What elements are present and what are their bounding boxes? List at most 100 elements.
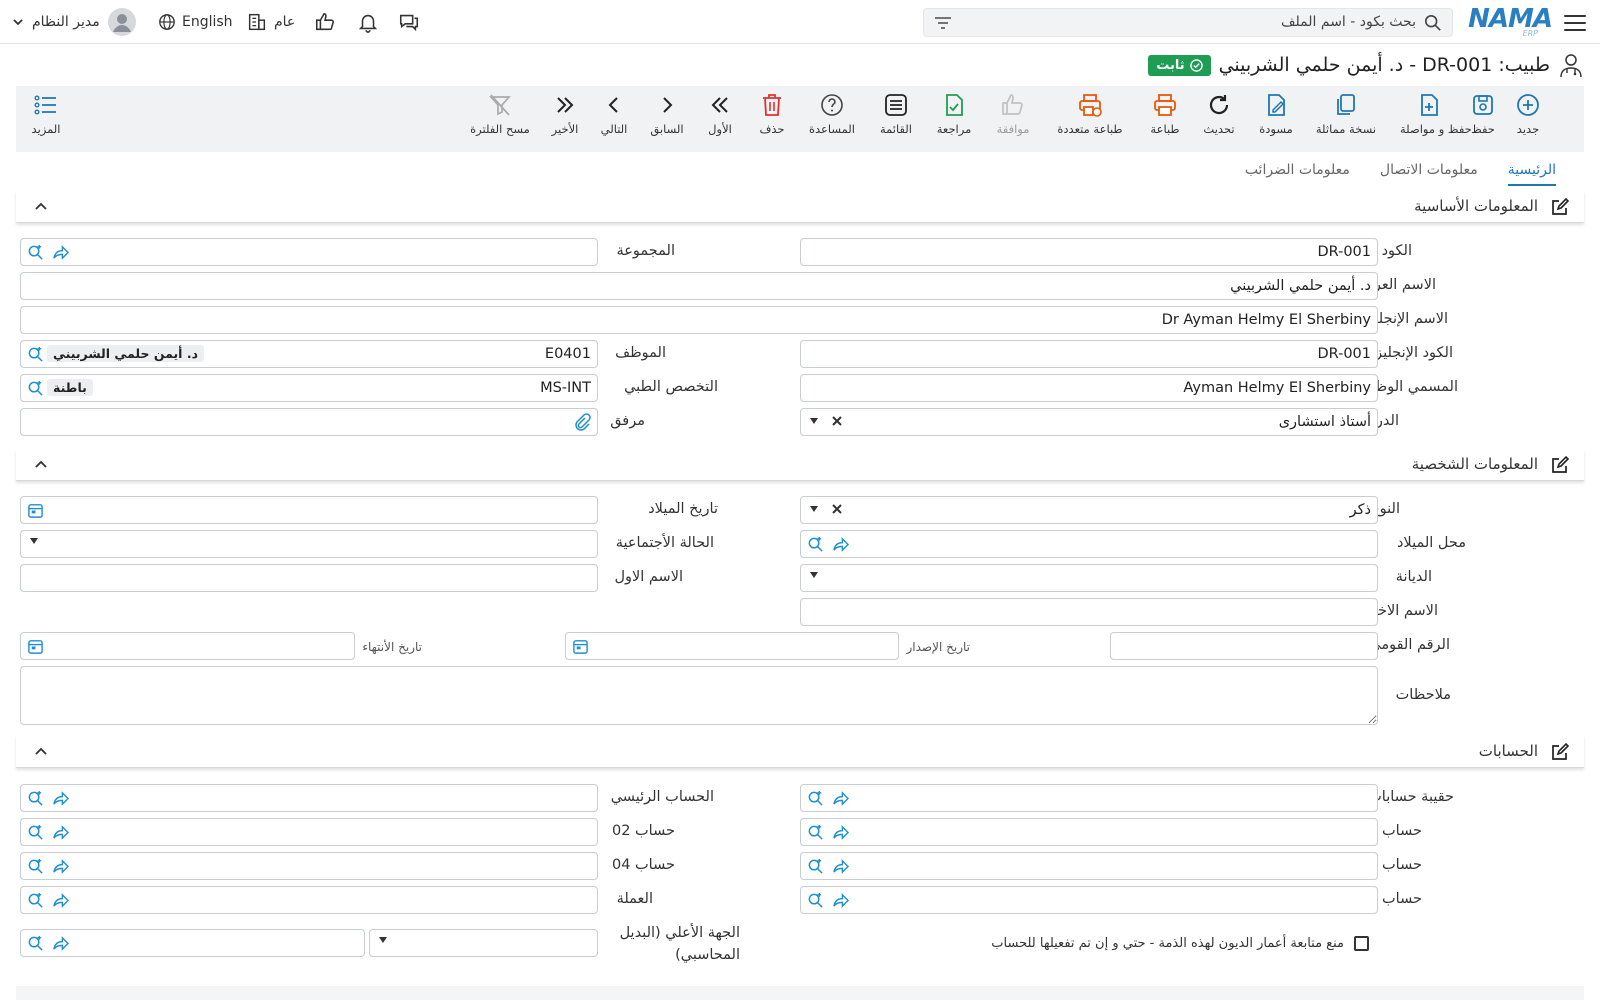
- english-name-field[interactable]: Dr Ayman Helmy El Sherbiny: [20, 306, 1378, 334]
- search-add-icon[interactable]: [807, 858, 824, 875]
- save-continue-button[interactable]: حفظ و مواصلة: [1400, 92, 1472, 148]
- account-01-field[interactable]: [800, 818, 1378, 846]
- account-05-field[interactable]: [800, 886, 1378, 914]
- search-add-icon[interactable]: [27, 244, 44, 261]
- share-arrow-icon[interactable]: [832, 536, 849, 553]
- share-arrow-icon[interactable]: [832, 824, 849, 841]
- chevron-up-icon[interactable]: [34, 744, 48, 758]
- english-code-field[interactable]: DR-001: [800, 340, 1378, 368]
- refresh-button[interactable]: تحديث: [1200, 92, 1238, 148]
- parent-type-select[interactable]: [369, 929, 598, 957]
- first-button[interactable]: الأول: [704, 92, 736, 148]
- clear-x-icon[interactable]: [831, 503, 843, 515]
- search-input[interactable]: بحث بكود - اسم الملف: [1281, 14, 1416, 30]
- first-name-field[interactable]: [20, 564, 598, 592]
- review-button[interactable]: مراجعة: [934, 92, 974, 148]
- group-field[interactable]: [20, 238, 598, 266]
- chevron-up-icon[interactable]: [34, 457, 48, 471]
- share-arrow-icon[interactable]: [52, 824, 69, 841]
- birth-place-field[interactable]: [800, 530, 1378, 558]
- next-button[interactable]: التالي: [596, 92, 632, 148]
- user-menu[interactable]: مدير النظام: [12, 0, 136, 44]
- clear-filter-button[interactable]: مسح الفلترة: [468, 92, 532, 148]
- save-button[interactable]: حفظ: [1468, 92, 1498, 148]
- approve-button[interactable]: موافقة: [992, 92, 1034, 148]
- currency-field[interactable]: [20, 886, 598, 914]
- share-arrow-icon[interactable]: [52, 892, 69, 909]
- section-basic-header[interactable]: المعلومات الأساسية: [16, 191, 1584, 223]
- religion-select[interactable]: [800, 564, 1378, 592]
- account-02-field[interactable]: [20, 818, 598, 846]
- thumbs-up-icon[interactable]: [314, 0, 336, 44]
- delete-button[interactable]: حذف: [756, 92, 788, 148]
- attachment-field[interactable]: [20, 408, 598, 436]
- caret-down-icon[interactable]: [809, 571, 819, 579]
- clear-x-icon[interactable]: [831, 415, 843, 427]
- share-arrow-icon[interactable]: [832, 858, 849, 875]
- app-logo[interactable]: NAMA ERP: [1466, 4, 1553, 38]
- employee-field[interactable]: E0401 د. أيمن حلمي الشربيني: [20, 340, 598, 368]
- print-button[interactable]: طباعة: [1146, 92, 1184, 148]
- copy-button[interactable]: نسخة مماثلة: [1314, 92, 1378, 148]
- share-arrow-icon[interactable]: [52, 244, 69, 261]
- account-04-field[interactable]: [20, 852, 598, 880]
- share-arrow-icon[interactable]: [832, 892, 849, 909]
- notes-textarea[interactable]: [20, 666, 1378, 725]
- degree-select[interactable]: أستاذ استشارى: [800, 408, 1378, 436]
- calendar-icon[interactable]: [572, 638, 589, 655]
- caret-down-icon[interactable]: [809, 505, 819, 513]
- new-button[interactable]: جديد: [1512, 92, 1544, 148]
- search-add-icon[interactable]: [27, 790, 44, 807]
- search-add-icon[interactable]: [27, 380, 44, 397]
- search-add-icon[interactable]: [807, 824, 824, 841]
- menu-icon[interactable]: [1564, 12, 1586, 32]
- chevron-up-icon[interactable]: [34, 199, 48, 213]
- last-button[interactable]: الأخير: [548, 92, 582, 148]
- parent-entity-field[interactable]: [20, 929, 365, 957]
- previous-button[interactable]: السابق: [648, 92, 686, 148]
- draft-button[interactable]: مسودة: [1256, 92, 1296, 148]
- search-add-icon[interactable]: [27, 858, 44, 875]
- code-field[interactable]: DR-001: [800, 238, 1378, 266]
- search-add-icon[interactable]: [807, 892, 824, 909]
- search-add-icon[interactable]: [27, 346, 44, 363]
- help-button[interactable]: المساعدة: [806, 92, 858, 148]
- paperclip-icon[interactable]: [573, 413, 591, 431]
- search-add-icon[interactable]: [27, 824, 44, 841]
- calendar-icon[interactable]: [27, 502, 44, 519]
- specialty-field[interactable]: MS-INT باطنة: [20, 374, 598, 402]
- more-button[interactable]: المزيد: [28, 92, 64, 148]
- search-add-icon[interactable]: [807, 536, 824, 553]
- tab-tax[interactable]: معلومات الضرائب: [1245, 158, 1350, 186]
- expiry-date-field[interactable]: [20, 632, 355, 660]
- search-add-icon[interactable]: [27, 935, 44, 952]
- share-arrow-icon[interactable]: [52, 935, 69, 952]
- multi-print-button[interactable]: طباعة متعددة: [1052, 92, 1128, 148]
- search-add-icon[interactable]: [807, 790, 824, 807]
- branch-selector[interactable]: عام: [246, 0, 295, 44]
- marital-status-select[interactable]: [20, 530, 598, 558]
- section-next-header[interactable]: [16, 986, 1584, 1000]
- search-add-icon[interactable]: [27, 892, 44, 909]
- tab-main[interactable]: الرئيسية: [1507, 158, 1556, 186]
- search-box[interactable]: بحث بكود - اسم الملف: [923, 8, 1453, 37]
- share-arrow-icon[interactable]: [52, 790, 69, 807]
- account-03-field[interactable]: [800, 852, 1378, 880]
- gender-select[interactable]: ذكر: [800, 496, 1378, 524]
- messages-icon[interactable]: [398, 0, 420, 44]
- birth-date-field[interactable]: [20, 496, 598, 524]
- portfolio-field[interactable]: [800, 784, 1378, 812]
- bell-icon[interactable]: [357, 0, 379, 44]
- calendar-icon[interactable]: [27, 638, 44, 655]
- national-id-field[interactable]: [1110, 632, 1378, 660]
- filter-lines-icon[interactable]: [934, 15, 952, 31]
- share-arrow-icon[interactable]: [832, 790, 849, 807]
- share-arrow-icon[interactable]: [52, 858, 69, 875]
- section-personal-header[interactable]: المعلومات الشخصية: [16, 449, 1584, 481]
- issue-date-field[interactable]: [565, 632, 899, 660]
- caret-down-icon[interactable]: [809, 417, 819, 425]
- section-accounts-header[interactable]: الحسابات: [16, 736, 1584, 768]
- tab-contact[interactable]: معلومات الاتصال: [1380, 158, 1478, 186]
- language-switch[interactable]: English: [158, 0, 233, 44]
- arabic-name-field[interactable]: د. أيمن حلمي الشربيني: [20, 272, 1378, 300]
